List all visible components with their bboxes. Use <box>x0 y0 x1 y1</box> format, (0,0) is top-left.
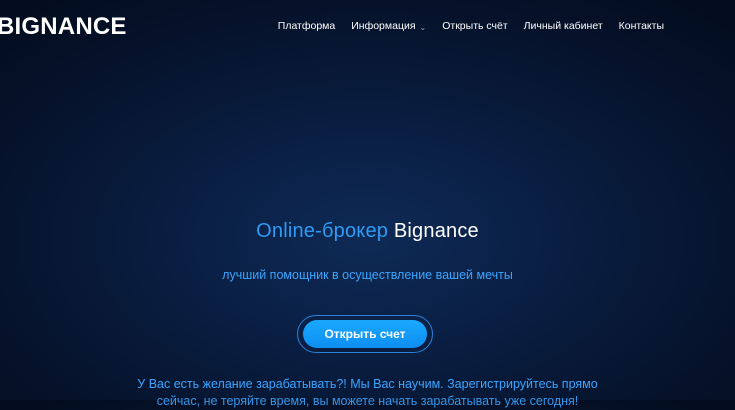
hero-subtitle: лучший помощник в осуществление вашей ме… <box>222 268 513 282</box>
chevron-down-icon: ⌄ <box>419 22 427 32</box>
site-logo[interactable]: BIGNANCE <box>0 13 127 41</box>
nav-item-label: Платформа <box>277 20 336 32</box>
hero-description-line-1: У Вас есть желание зарабатывать?! Мы Вас… <box>137 377 598 391</box>
open-account-button[interactable]: Открыть счет <box>303 320 427 348</box>
nav-item-open-account[interactable]: Открыть счёт <box>442 20 507 32</box>
hero-title-brand: Bignance <box>393 220 479 242</box>
nav-item-label: Информация <box>351 20 416 32</box>
nav-item-label: Личный кабинет <box>523 20 603 32</box>
hero-title: Online-брокер Bignance <box>0 218 735 244</box>
nav-item-label: Открыть счёт <box>442 20 508 32</box>
hero-description-line-2: сейчас, не теряйте время, вы можете нача… <box>156 394 579 408</box>
main-nav: Платформа Информация ⌄ Открыть счёт Личн… <box>278 20 664 32</box>
nav-item-contacts[interactable]: Контакты <box>619 20 664 32</box>
cta-button-outline: Открыть счет <box>297 315 433 353</box>
nav-item-personal-cabinet[interactable]: Личный кабинет <box>524 20 603 32</box>
nav-item-label: Контакты <box>618 20 664 32</box>
hero-description: У Вас есть желание зарабатывать?! Мы Вас… <box>0 376 735 410</box>
nav-item-platform[interactable]: Платформа <box>278 20 335 32</box>
hero-title-accent: Online-брокер <box>256 220 389 242</box>
nav-item-information[interactable]: Информация ⌄ <box>351 20 426 32</box>
